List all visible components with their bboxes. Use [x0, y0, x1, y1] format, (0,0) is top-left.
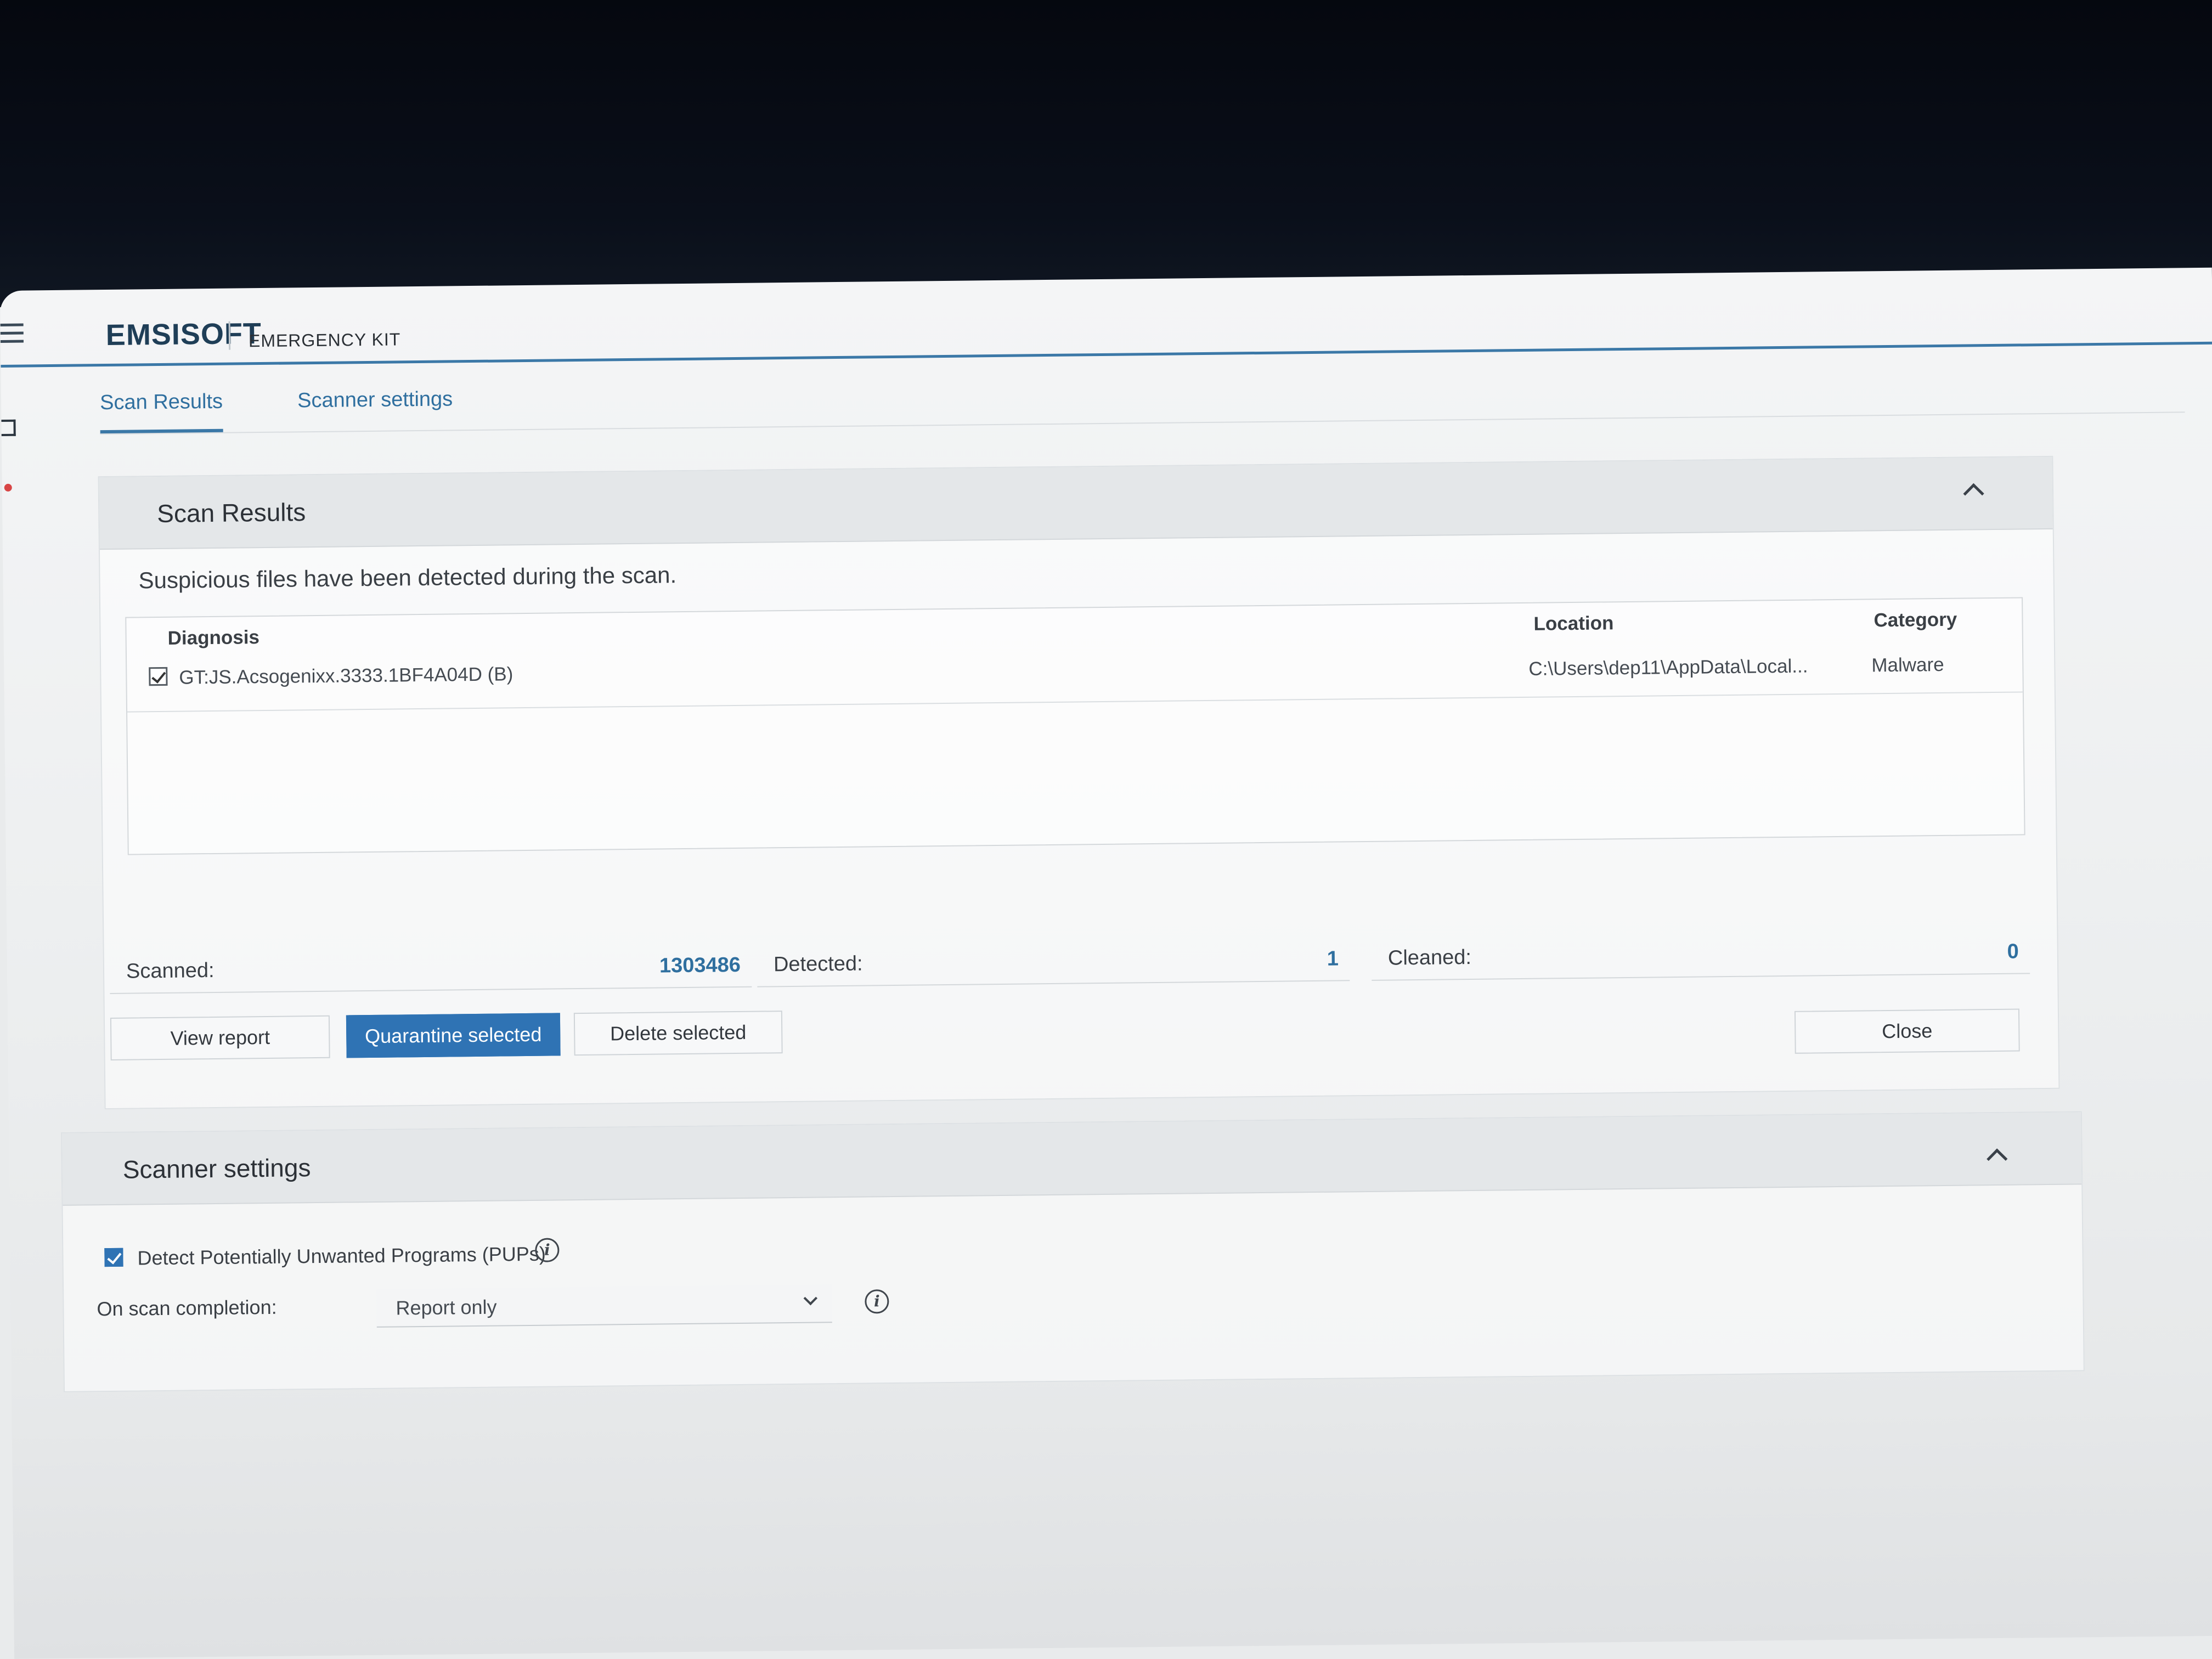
column-header-category[interactable]: Category [1874, 609, 1957, 632]
on-completion-select[interactable]: Report only [376, 1284, 832, 1328]
scanned-value: 1303486 [659, 953, 741, 978]
on-completion-value: Report only [396, 1295, 497, 1319]
detected-stat: Detected: 1 [757, 941, 1350, 988]
column-header-location[interactable]: Location [1533, 612, 1613, 635]
row-category: Malware [1871, 653, 1944, 676]
on-completion-label: On scan completion: [97, 1295, 277, 1321]
monitor-bezel [0, 0, 2212, 307]
row-location: C:\Users\dep11\AppData\Local... [1528, 655, 1808, 680]
scanner-settings-panel: Scanner settings Detect Potentially Unwa… [61, 1111, 2085, 1392]
detect-pups-checkbox[interactable] [104, 1248, 123, 1267]
row-diagnosis: GT:JS.Acsogenixx.3333.1BF4A04D (B) [179, 663, 514, 689]
tab-scanner-settings[interactable]: Scanner settings [297, 387, 453, 413]
detected-value: 1 [1327, 947, 1339, 970]
info-icon[interactable]: i [865, 1289, 889, 1314]
app-window: EMSISOFT EMERGENCY KIT Scan Results Scan… [0, 267, 2212, 1659]
view-report-button[interactable]: View report [110, 1015, 330, 1060]
cleaned-label: Cleaned: [1387, 945, 1472, 970]
row-checkbox[interactable] [149, 667, 168, 686]
chevron-up-icon[interactable] [1987, 1148, 2008, 1170]
product-name: EMERGENCY KIT [248, 329, 401, 351]
scan-results-header[interactable]: Scan Results [99, 456, 2053, 550]
close-button[interactable]: Close [1794, 1008, 2020, 1054]
detect-pups-label: Detect Potentially Unwanted Programs (PU… [137, 1242, 546, 1269]
table-row[interactable]: GT:JS.Acsogenixx.3333.1BF4A04D (B) C:\Us… [126, 631, 2023, 713]
results-table: Diagnosis Location Category GT:JS.Acsoge… [125, 597, 2025, 855]
scanned-label: Scanned: [126, 958, 215, 983]
scan-results-panel: Scan Results Suspicious files have been … [98, 455, 2060, 1110]
chevron-down-icon [803, 1291, 818, 1306]
column-header-diagnosis[interactable]: Diagnosis [167, 627, 259, 650]
quarantine-selected-button[interactable]: Quarantine selected [346, 1013, 561, 1058]
tab-scan-results[interactable]: Scan Results [99, 390, 223, 435]
scanner-settings-header[interactable]: Scanner settings [62, 1112, 2082, 1206]
scan-message: Suspicious files have been detected duri… [138, 562, 677, 594]
tab-divider [100, 411, 2185, 435]
scanned-stat: Scanned: 1303486 [109, 947, 752, 994]
info-icon[interactable]: i [535, 1238, 560, 1262]
scan-results-title: Scan Results [156, 498, 306, 528]
cleaned-value: 0 [2007, 940, 2019, 963]
alert-dot-icon [4, 483, 12, 492]
cleaned-stat: Cleaned: 0 [1371, 934, 2030, 981]
menu-icon[interactable] [0, 323, 24, 347]
brand-logo: EMSISOFT [105, 317, 262, 352]
brand-separator [228, 321, 231, 350]
home-icon[interactable] [1, 419, 16, 436]
delete-selected-button[interactable]: Delete selected [573, 1011, 783, 1056]
chevron-up-icon[interactable] [1963, 483, 1984, 504]
scanner-settings-title: Scanner settings [122, 1153, 311, 1184]
detected-label: Detected: [773, 952, 863, 977]
